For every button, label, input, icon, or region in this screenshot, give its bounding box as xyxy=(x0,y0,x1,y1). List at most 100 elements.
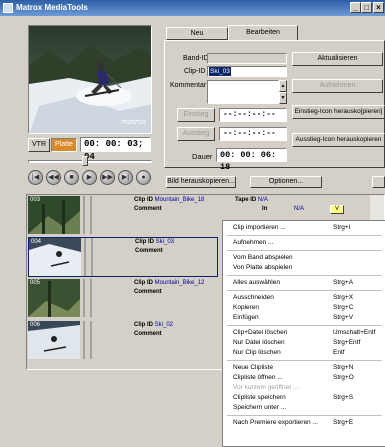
comment-scroll-up[interactable]: ▲ xyxy=(279,80,287,92)
clip-comment-label: Comment xyxy=(134,289,162,295)
clip-row-006[interactable]: 006 Clip ID Ski_02 Comment xyxy=(28,321,218,361)
position-slider[interactable] xyxy=(28,156,152,166)
stop-button[interactable]: ■ xyxy=(64,170,79,185)
menu-item-kopieren[interactable]: Kopieren Strg+C xyxy=(223,303,385,313)
video-preview: matrox xyxy=(28,25,152,134)
app-icon xyxy=(3,3,13,13)
clip-number: 005 xyxy=(30,280,41,286)
menu-item-label: Aufnehmen ... xyxy=(233,239,274,246)
record-button[interactable]: ● xyxy=(136,170,151,185)
menu-item-alles-auswählen[interactable]: Alles auswählen Strg+A xyxy=(223,278,385,288)
close-button[interactable]: × xyxy=(373,2,384,13)
menu-item-ausschneiden[interactable]: Ausschneiden Strg+X xyxy=(223,293,385,303)
menu-item-aufnehmen[interactable]: Aufnehmen ... xyxy=(223,238,385,248)
rewind-button[interactable]: ◀◀ xyxy=(46,170,61,185)
comment-field[interactable] xyxy=(207,80,279,104)
menu-item-label: Clip+Datei löschen xyxy=(233,329,288,336)
menu-item-label: Nach Premiere exportieren ... xyxy=(233,419,318,426)
menu-item-label: Speichern unter ... xyxy=(233,404,287,411)
menu-item-label: Einfügen xyxy=(233,314,259,321)
menu-item-label: Ausschneiden xyxy=(233,294,274,301)
menu-item-label: Clipliste speichern xyxy=(233,394,286,401)
window-title: Matrox MediaTools xyxy=(16,3,88,12)
aktualisieren-button[interactable]: Aktualisieren xyxy=(292,52,383,66)
menu-item-clipliste-speichern[interactable]: Clipliste speichern Strg+S xyxy=(223,393,385,403)
menu-item-shortcut: Strg+S xyxy=(333,394,354,401)
menu-item-shortcut: Strg+X xyxy=(333,294,354,301)
clip-row-004[interactable]: 004 Clip ID Ski_03 Comment xyxy=(28,237,218,277)
optionen-button[interactable]: Optionen... xyxy=(250,176,322,188)
menu-item-shortcut: Strg+N xyxy=(333,364,354,371)
clip-row-005[interactable]: 005 Clip ID Mountain_Bike_12 Comment xyxy=(28,279,218,319)
menu-item-clipliste-öffnen[interactable]: Clipliste öffnen ... Strg+O xyxy=(223,373,385,383)
einstieg-timecode[interactable]: --:--:--:-- xyxy=(219,108,287,122)
tape-id-label: Tape ID N/A xyxy=(235,197,268,203)
clip-id-label: Clip ID Mountain_Bike_18 xyxy=(134,197,205,203)
vtr-button[interactable]: VTR xyxy=(28,138,50,152)
ausstieg-timecode[interactable]: --:--:--:-- xyxy=(219,127,287,141)
menu-item-speichern-unter[interactable]: Speichern unter ... xyxy=(223,403,385,413)
menu-item-shortcut: Strg+V xyxy=(333,314,354,321)
comment-label: Kommentar xyxy=(170,82,207,89)
clip-id-field[interactable]: Ski_03 xyxy=(207,66,287,77)
menu-separator xyxy=(227,325,382,326)
goto-end-button[interactable]: ▶| xyxy=(118,170,133,185)
menu-item-clip-importieren[interactable]: Clip importieren ... Strg+I xyxy=(223,223,385,233)
ausstieg-icon-button[interactable]: Ausstieg-Icon herauskopieren xyxy=(292,133,385,147)
menu-item-nur-datei-löschen[interactable]: Nur Datei löschen Strg+Entf xyxy=(223,338,385,348)
menu-item-label: Von Platte abspielen xyxy=(233,264,293,271)
einstieg-icon-button[interactable]: Einstieg-Icon herausko[pieren] xyxy=(292,105,385,119)
band-id-field[interactable] xyxy=(207,53,287,64)
tape-id-value: N/A xyxy=(257,197,268,203)
clip-comment-label: Comment xyxy=(135,248,163,254)
menu-item-clip-datei-löschen[interactable]: Clip+Datei löschen Umschalt+Entf xyxy=(223,328,385,338)
platte-button[interactable]: Platte xyxy=(51,138,77,152)
comment-scroll-down[interactable]: ▼ xyxy=(279,92,287,104)
menu-item-label: Vom Band abspielen xyxy=(233,254,293,261)
clip-id-label: Clip-ID xyxy=(184,68,206,75)
in-value: N/A xyxy=(294,206,305,212)
menu-separator xyxy=(227,290,382,291)
einstieg-button[interactable]: Einstieg xyxy=(177,108,215,122)
skier-image: matrox xyxy=(29,26,151,133)
menu-item-label: Kopieren xyxy=(233,304,260,311)
title-bar: Matrox MediaTools _ □ × xyxy=(0,0,385,16)
tab-bearbeiten[interactable]: Bearbeiten xyxy=(228,25,298,40)
goto-start-button[interactable]: |◀ xyxy=(28,170,43,185)
clip-id-value: Ski_03 xyxy=(209,67,231,76)
bild-herauskopieren-button[interactable]: Bild herauskopieren... xyxy=(166,176,236,188)
clip-row-003[interactable]: 003 Clip ID Mountain_Bike_18 Comment xyxy=(28,196,218,236)
clip-id-value: Mountain_Bike_18 xyxy=(154,197,205,203)
view-toggle-button[interactable] xyxy=(372,176,385,188)
ausstieg-button[interactable]: Ausstieg xyxy=(177,127,215,141)
fast-forward-button[interactable]: ▶▶ xyxy=(100,170,115,185)
menu-item-label: Nur Clip löschen xyxy=(233,349,281,356)
slider-thumb[interactable] xyxy=(82,156,88,166)
minimize-button[interactable]: _ xyxy=(350,2,361,13)
clip-number: 003 xyxy=(30,197,41,203)
menu-separator xyxy=(227,275,382,276)
menu-item-nach-premiere-exportieren[interactable]: Nach Premiere exportieren ... Strg+E xyxy=(223,418,385,428)
svg-text:matrox: matrox xyxy=(121,118,147,126)
menu-item-nur-clip-löschen[interactable]: Nur Clip löschen Entf xyxy=(223,348,385,358)
maximize-button[interactable]: □ xyxy=(361,2,372,13)
clip-comment-label: Comment xyxy=(134,206,162,212)
play-button[interactable]: ▶ xyxy=(82,170,97,185)
menu-item-neue-clipliste[interactable]: Neue Clipliste Strg+N xyxy=(223,363,385,373)
menu-item-shortcut: Strg+Entf xyxy=(333,339,361,346)
menu-item-shortcut: Entf xyxy=(333,349,345,356)
dauer-label: Dauer xyxy=(192,152,213,161)
tab-neu[interactable]: Neu xyxy=(166,27,228,40)
menu-item-vom-band-abspielen[interactable]: Vom Band abspielen xyxy=(223,253,385,263)
menu-item-von-platte-abspielen[interactable]: Von Platte abspielen xyxy=(223,263,385,273)
menu-item-vor-kurzem-geöffnet[interactable]: Vor kurzem geöffnet ... xyxy=(223,383,385,393)
menu-item-label: Nur Datei löschen xyxy=(233,339,285,346)
clip-number: 006 xyxy=(30,322,41,328)
menu-item-shortcut: Strg+C xyxy=(333,304,354,311)
clip-number: 004 xyxy=(31,239,42,245)
clip-id-value: Ski_02 xyxy=(154,322,174,328)
aufnehmen-button[interactable]: Aufnehmen xyxy=(292,79,383,93)
menu-separator xyxy=(227,250,382,251)
menu-item-einfügen[interactable]: Einfügen Strg+V xyxy=(223,313,385,323)
menu-item-shortcut: Strg+I xyxy=(333,224,351,231)
